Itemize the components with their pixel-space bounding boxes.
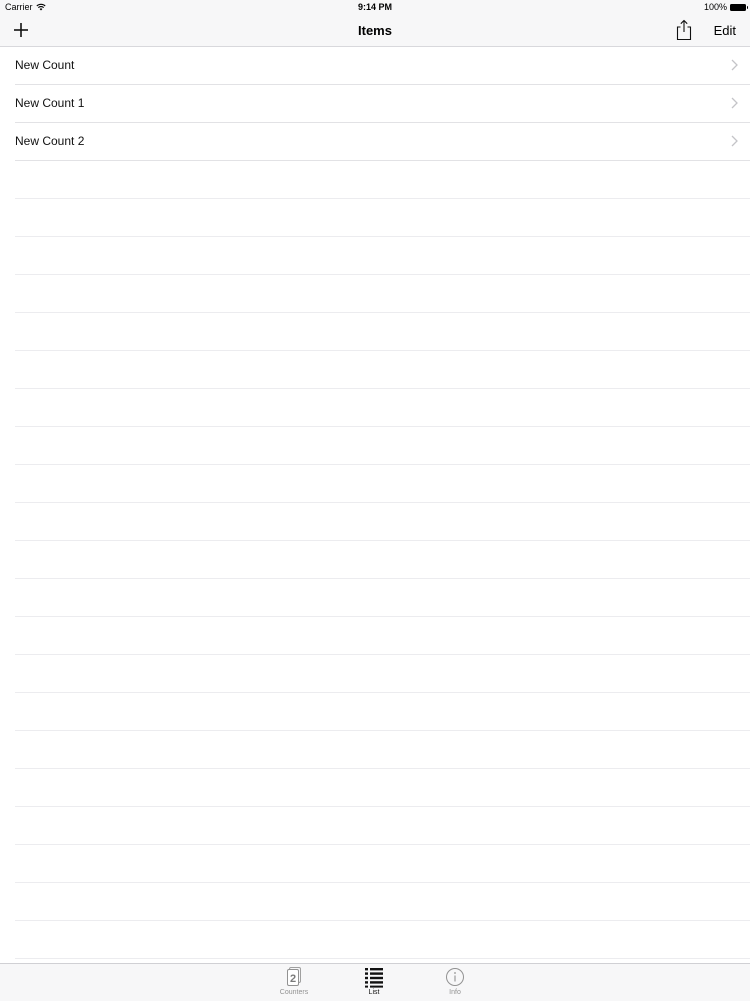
empty-row <box>15 921 750 959</box>
chevron-right-icon <box>731 97 738 109</box>
tab-counters-label: Counters <box>279 989 309 996</box>
empty-row <box>15 351 750 389</box>
battery-percent: 100% <box>703 2 727 12</box>
edit-button[interactable]: Edit <box>714 23 736 38</box>
empty-row <box>15 389 750 427</box>
empty-row <box>15 427 750 465</box>
empty-row <box>15 541 750 579</box>
empty-row <box>15 275 750 313</box>
empty-row <box>15 237 750 275</box>
navigation-bar: Items Edit <box>0 14 750 47</box>
empty-row <box>15 617 750 655</box>
list-item[interactable]: New Count <box>15 47 750 85</box>
empty-row <box>15 313 750 351</box>
empty-row <box>15 807 750 845</box>
counters-badge: 2 <box>290 973 296 985</box>
empty-row <box>15 845 750 883</box>
empty-row <box>15 769 750 807</box>
empty-rows <box>0 161 750 959</box>
battery-icon <box>730 3 748 11</box>
chevron-right-icon <box>731 59 738 71</box>
list-item[interactable]: New Count 1 <box>15 85 750 123</box>
battery-indicator: 100% <box>703 2 748 12</box>
empty-row <box>15 199 750 237</box>
list-item-label: New Count <box>15 58 75 72</box>
tab-counters[interactable]: 2 Counters <box>264 966 324 996</box>
tab-info[interactable]: Info <box>425 966 485 996</box>
list-item-label: New Count 2 <box>15 134 85 148</box>
empty-row <box>15 465 750 503</box>
share-icon[interactable] <box>674 19 694 41</box>
status-time: 9:14 PM <box>357 2 392 12</box>
status-bar: Carrier 9:14 PM 100% <box>0 0 750 14</box>
tab-list-label: List <box>368 989 380 996</box>
tab-info-label: Info <box>449 989 461 996</box>
counters-icon: 2 <box>287 967 301 986</box>
empty-row <box>15 883 750 921</box>
info-icon <box>446 968 464 986</box>
list-icon <box>365 968 383 988</box>
empty-row <box>15 503 750 541</box>
list-item-label: New Count 1 <box>15 96 85 110</box>
empty-row <box>15 161 750 199</box>
empty-row <box>15 693 750 731</box>
empty-row <box>15 655 750 693</box>
tab-list[interactable]: List <box>344 966 404 996</box>
tab-bar: 2 Counters List Info <box>0 963 750 1001</box>
list-item[interactable]: New Count 2 <box>15 123 750 161</box>
items-list: New Count New Count 1 New Count 2 <box>0 47 750 963</box>
page-title: Items <box>358 23 392 38</box>
chevron-right-icon <box>731 135 738 147</box>
empty-row <box>15 731 750 769</box>
empty-row <box>15 579 750 617</box>
